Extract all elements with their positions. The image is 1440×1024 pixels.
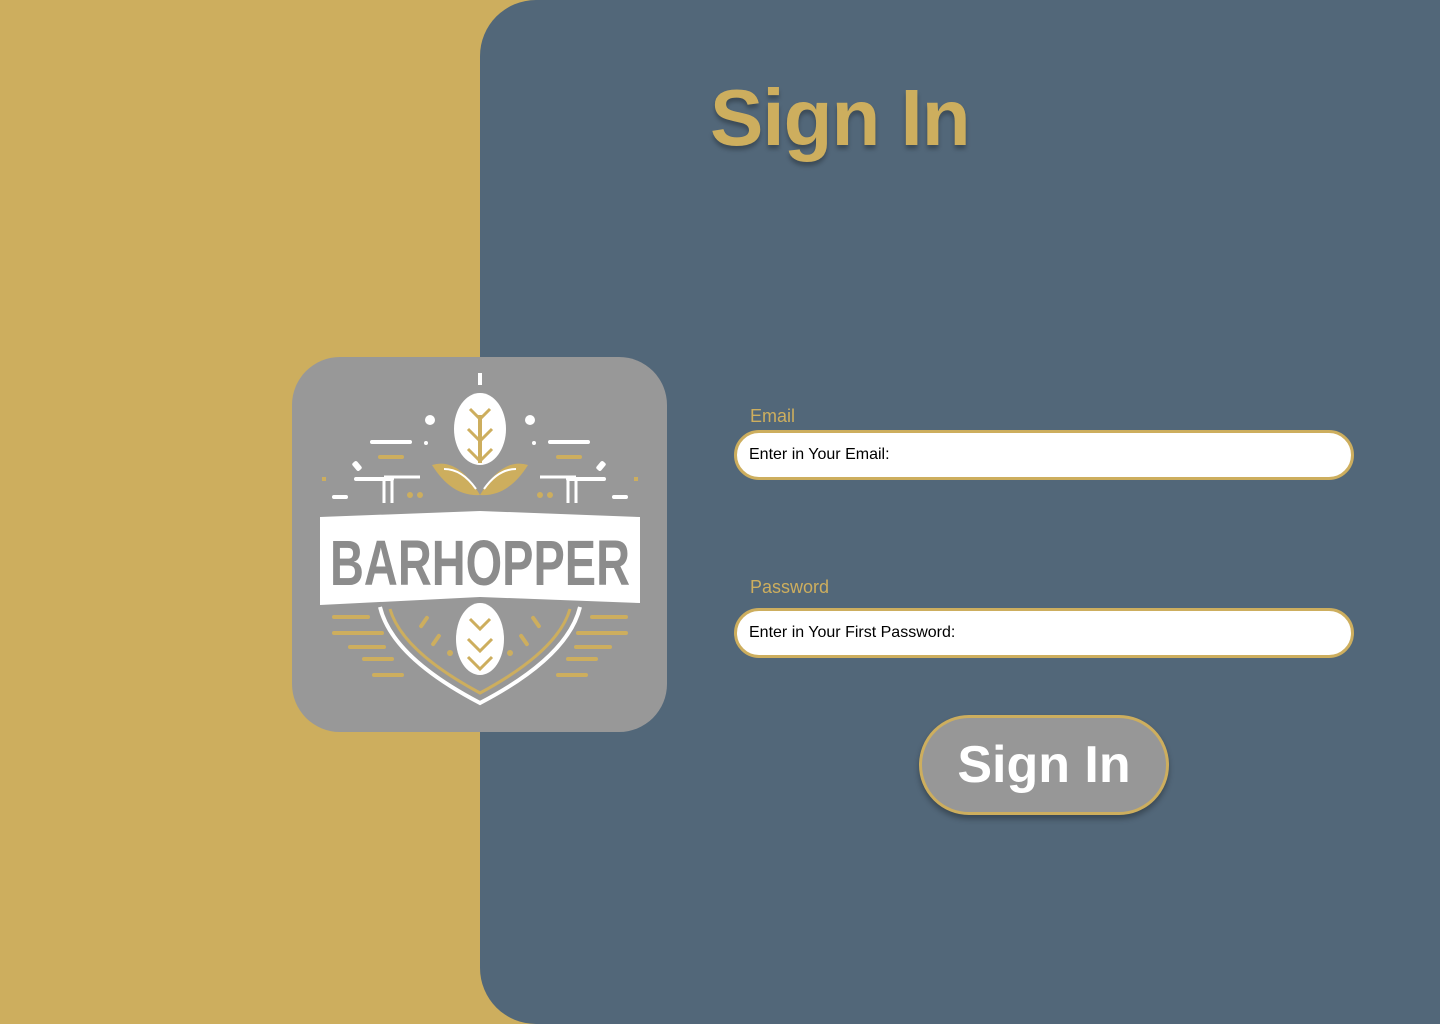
- sign-in-button[interactable]: Sign In: [919, 715, 1169, 815]
- email-field[interactable]: [734, 430, 1354, 480]
- sign-in-page: Sign In BARHOPPER Email Enter in Your Em…: [0, 0, 1440, 1024]
- password-field[interactable]: [734, 608, 1354, 658]
- hop-cone-shield-icon: BARHOPPER: [320, 373, 640, 706]
- password-label: Password: [750, 577, 830, 597]
- barhopper-logo: BARHOPPER: [292, 357, 667, 732]
- email-label: Email: [750, 406, 796, 426]
- page-title: Sign In: [710, 73, 971, 162]
- logo-wordmark: BARHOPPER: [330, 527, 630, 599]
